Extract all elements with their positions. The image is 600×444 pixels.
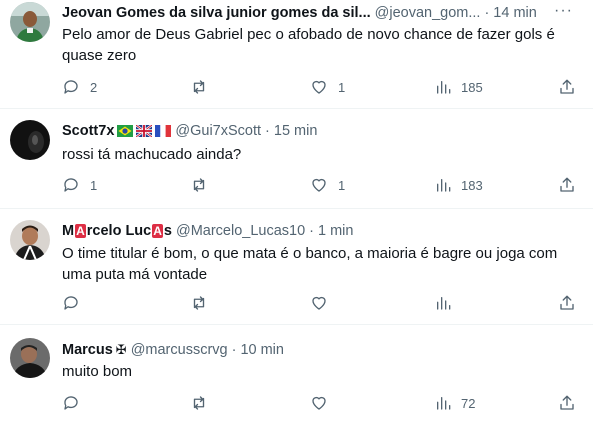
user-handle[interactable]: @Marcelo_Lucas10 bbox=[176, 222, 305, 240]
display-name[interactable]: M Arcelo Luc As bbox=[62, 222, 172, 240]
retweet-icon bbox=[193, 396, 205, 410]
views-button[interactable]: 72 bbox=[435, 394, 475, 412]
display-name[interactable]: Jeovan Gomes da silva junior gomes da si… bbox=[62, 4, 371, 22]
retweet-icon bbox=[193, 296, 205, 310]
uk-flag-icon bbox=[136, 125, 153, 137]
share-icon bbox=[560, 295, 574, 310]
views-button[interactable] bbox=[435, 294, 461, 312]
reply-icon bbox=[64, 296, 78, 310]
avatar-jeovan[interactable] bbox=[10, 2, 50, 42]
cross-badge-icon: ✠ bbox=[115, 342, 127, 357]
timestamp[interactable]: 14 min bbox=[493, 4, 537, 22]
tweet-actions: 2 1 185 bbox=[62, 78, 582, 98]
tweet-header: Scott7x @Gui7xScott · 15 min bbox=[62, 122, 573, 140]
like-count: 1 bbox=[338, 79, 346, 95]
reply-icon bbox=[64, 80, 78, 94]
separator-dot: · bbox=[484, 5, 490, 21]
timestamp[interactable]: 15 min bbox=[274, 122, 318, 140]
tweet-header: Jeovan Gomes da silva junior gomes da si… bbox=[62, 4, 573, 22]
brazil-flag-icon bbox=[117, 125, 134, 137]
retweet-button[interactable] bbox=[189, 394, 219, 412]
red-letter-box: A bbox=[75, 224, 86, 238]
retweet-button[interactable] bbox=[189, 176, 219, 194]
separator-dot: · bbox=[265, 123, 270, 139]
share-icon bbox=[560, 79, 574, 94]
like-button[interactable]: 1 bbox=[310, 78, 345, 96]
share-button[interactable] bbox=[558, 78, 576, 96]
views-bar-chart-icon bbox=[437, 297, 451, 310]
like-count: 1 bbox=[338, 177, 346, 193]
name-part: M bbox=[62, 223, 75, 239]
france-flag-icon bbox=[155, 125, 172, 137]
tweet-text: muito bom bbox=[62, 363, 133, 380]
retweet-button[interactable] bbox=[189, 294, 219, 312]
views-button[interactable]: 183 bbox=[435, 176, 483, 194]
tweet-1[interactable]: Jeovan Gomes da silva junior gomes da si… bbox=[0, 0, 593, 109]
display-name[interactable]: Scott7x bbox=[62, 122, 114, 140]
display-name[interactable]: Marcus bbox=[62, 341, 113, 359]
like-button[interactable] bbox=[310, 294, 338, 312]
views-count: 185 bbox=[461, 79, 483, 95]
reply-icon bbox=[64, 178, 78, 192]
user-handle[interactable]: @jeovan_gom... bbox=[375, 4, 481, 22]
tweet-actions: 72 bbox=[62, 394, 582, 414]
heart-icon bbox=[312, 80, 326, 94]
tweet-text: Pelo amor de Deus Gabriel pec o afobado … bbox=[62, 26, 555, 64]
tweet-actions: 1 1 183 bbox=[62, 176, 582, 196]
reply-button[interactable]: 2 bbox=[62, 78, 97, 96]
views-bar-chart-icon bbox=[437, 397, 451, 410]
timestamp[interactable]: 1 min bbox=[318, 222, 353, 240]
share-icon bbox=[560, 395, 574, 410]
tweet-2[interactable]: Scott7x @Gui7xScott · 15 min rossi tá ma… bbox=[0, 108, 593, 209]
avatar-marcus[interactable] bbox=[10, 338, 50, 378]
name-part: rcelo Luc bbox=[86, 223, 152, 239]
views-count: 72 bbox=[461, 395, 476, 411]
reply-count: 1 bbox=[90, 177, 98, 193]
tweet-actions bbox=[62, 294, 582, 314]
retweet-icon bbox=[193, 178, 205, 192]
user-handle[interactable]: @marcusscrvg bbox=[131, 341, 228, 359]
tweet-text: rossi tá machucado ainda? bbox=[62, 146, 242, 163]
red-letter-box: A bbox=[152, 224, 163, 238]
user-handle[interactable]: @Gui7xScott bbox=[175, 122, 261, 140]
timestamp[interactable]: 10 min bbox=[240, 341, 284, 359]
share-button[interactable] bbox=[558, 294, 576, 312]
views-bar-chart-icon bbox=[437, 179, 451, 192]
avatar-marcelo-lucas[interactable] bbox=[10, 220, 50, 260]
separator-dot: · bbox=[231, 342, 237, 358]
reply-count: 2 bbox=[90, 79, 98, 95]
tweet-header: Marcus ✠ @marcusscrvg · 10 min bbox=[62, 341, 573, 359]
reply-icon bbox=[64, 396, 78, 410]
views-button[interactable]: 185 bbox=[435, 78, 483, 96]
like-button[interactable]: 1 bbox=[310, 176, 345, 194]
avatar-scott7x[interactable] bbox=[10, 120, 50, 160]
views-count: 183 bbox=[461, 177, 483, 193]
heart-icon bbox=[312, 178, 326, 192]
reply-button[interactable] bbox=[62, 294, 90, 312]
share-button[interactable] bbox=[558, 394, 576, 412]
tweet-header: M Arcelo Luc As @Marcelo_Lucas10 · 1 min bbox=[62, 222, 573, 240]
share-button[interactable] bbox=[558, 176, 576, 194]
separator-dot: · bbox=[309, 223, 315, 239]
views-bar-chart-icon bbox=[437, 81, 451, 94]
tweet-text: O time titular é bom, o que mata é o ban… bbox=[62, 245, 558, 283]
retweet-button[interactable] bbox=[189, 78, 219, 96]
heart-icon bbox=[312, 296, 326, 310]
tweet-3[interactable]: M Arcelo Luc As @Marcelo_Lucas10 · 1 min O… bbox=[0, 208, 593, 325]
name-part: s bbox=[163, 223, 172, 239]
like-button[interactable] bbox=[310, 394, 338, 412]
retweet-icon bbox=[193, 80, 205, 94]
more-dots-icon[interactable]: ··· bbox=[554, 2, 573, 20]
reply-button[interactable] bbox=[62, 394, 90, 412]
reply-button[interactable]: 1 bbox=[62, 176, 97, 194]
share-icon bbox=[560, 177, 574, 192]
heart-icon bbox=[312, 396, 326, 410]
tweet-4[interactable]: Marcus ✠ @marcusscrvg · 10 min muito bom… bbox=[0, 324, 593, 444]
